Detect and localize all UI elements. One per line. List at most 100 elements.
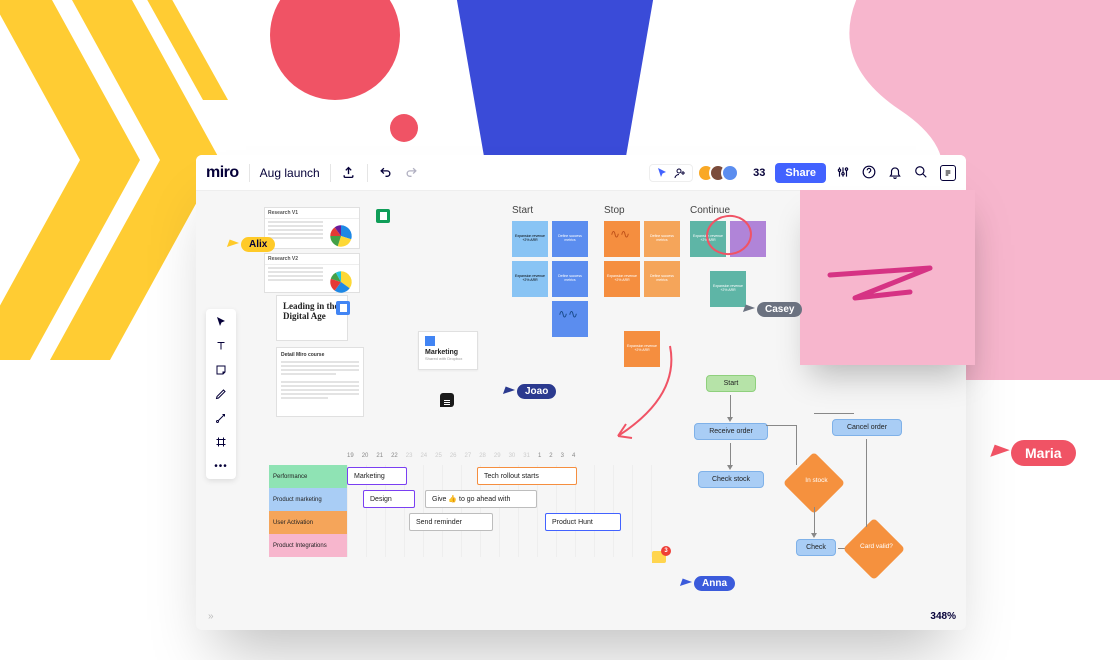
cursor-icon [743,304,755,315]
timeline-date: 21 [376,453,383,459]
timeline-date: 2 [549,453,552,459]
red-arrow-annotation [600,341,690,451]
article-title: Leading in the Digital Age [283,302,341,322]
timeline-row-label[interactable]: Product Integrations [269,534,347,557]
flow-node-cancel[interactable]: Cancel order [832,419,902,436]
flow-decision-instock[interactable]: In stock [783,452,845,514]
logo[interactable]: miro [206,164,239,182]
notifications-icon[interactable] [888,165,904,181]
sticky-note[interactable]: ∿∿ [604,221,640,257]
timeline-card[interactable]: Product Hunt [545,513,621,531]
avatar [721,164,739,182]
connector-tool-icon[interactable] [214,411,228,425]
marketing-card[interactable]: Marketing Shared with Dropbox [418,331,478,370]
sticky-note[interactable]: Expansion revenue +2% ARR [604,261,640,297]
timeline-date: 3 [561,453,564,459]
add-user-icon [674,167,686,179]
sticky-note[interactable]: Expansion revenue +2% ARR [710,271,746,307]
timeline-date: 30 [509,453,516,459]
timeline-card[interactable]: Design [363,490,415,508]
timeline-date: 23 [406,453,413,459]
google-docs-icon [425,336,435,346]
pie-chart-2 [326,267,356,297]
cursor-follow-group[interactable] [649,164,693,182]
settings-icon[interactable] [836,165,852,181]
timeline-date: 22 [391,453,398,459]
collapse-toolbar-icon[interactable]: » [208,611,214,622]
timeline-card[interactable]: Tech rollout starts [477,467,577,485]
pink-dot [390,114,418,142]
course-doc[interactable]: Detail Miro course [276,347,364,417]
sticky-note[interactable]: Define success metrics [552,221,588,257]
pen-tool-icon[interactable] [214,387,228,401]
ssc-start-label: Start [512,205,533,216]
flow-decision-cardvalid[interactable]: Card valid? [843,518,905,580]
cursor-icon [227,239,239,250]
flow-node-checkstock[interactable]: Check stock [698,471,764,488]
text-tool-icon[interactable] [214,339,228,353]
notes-icon[interactable] [940,165,956,181]
flow-connector [730,395,731,419]
card-label: Marketing [425,349,471,356]
flow-connector [814,413,854,414]
user-cursor-casey: Casey [744,302,802,317]
comment-icon[interactable] [440,393,454,407]
cursor-name: Alix [241,237,275,252]
cursor-icon [503,386,515,397]
cursor-icon [680,578,692,589]
large-sticky-note[interactable] [800,190,975,365]
divider [330,164,331,182]
sticky-note[interactable]: Define success metrics [644,221,680,257]
card-subtitle: Shared with Dropbox [425,356,471,361]
timeline-card[interactable]: Send reminder [409,513,493,531]
google-docs-icon[interactable] [336,301,350,315]
frame-tool-icon[interactable] [214,435,228,449]
zoom-level[interactable]: 348% [930,611,956,622]
left-toolbar: ••• [206,309,236,479]
participant-avatars[interactable] [703,164,739,182]
sticky-note[interactable]: Define success metrics [552,261,588,297]
flow-node-check[interactable]: Check [796,539,836,556]
redo-icon[interactable] [404,165,420,181]
cursor-name: Casey [757,302,802,317]
timeline-date: 31 [523,453,530,459]
timeline-row-label[interactable]: User Activation [269,511,347,534]
sticky-note[interactable]: Define success metrics [644,261,680,297]
comment-icon[interactable]: 3 [652,551,666,563]
research-doc-2[interactable]: Research V2 [264,253,360,293]
research-doc-1[interactable]: Research V1 [264,207,360,249]
timeline-date: 1 [538,453,541,459]
timeline-row-label[interactable]: Product marketing [269,488,347,511]
pink-circle [270,0,400,100]
flow-connector [796,425,797,465]
timeline-date: 26 [450,453,457,459]
sticky-note[interactable]: Expansion revenue +2% ARR [512,221,548,257]
timeline-card[interactable]: Give 👍 to go ahead with [425,490,537,508]
scribble-icon [800,190,975,365]
timeline-row-label[interactable]: Performance [269,465,347,488]
undo-icon[interactable] [378,165,394,181]
export-icon[interactable] [341,165,357,181]
select-tool-icon[interactable] [214,315,228,329]
user-cursor-joao: Joao [504,384,556,399]
timeline-date: 27 [465,453,472,459]
help-icon[interactable] [862,165,878,181]
comment-badge: 3 [661,546,671,556]
google-sheets-icon[interactable] [376,209,390,223]
share-button[interactable]: Share [775,163,826,183]
header-bar: miro Aug launch 33 Share [196,155,966,191]
sticky-note[interactable]: ∿∿ [552,301,588,337]
cursor-icon [990,444,1009,462]
cursor-name: Maria [1011,440,1076,466]
search-icon[interactable] [914,165,930,181]
timeline-card[interactable]: Marketing [347,467,407,485]
more-tools-icon[interactable]: ••• [214,459,228,473]
board-name[interactable]: Aug launch [260,166,320,180]
participant-count[interactable]: 33 [753,167,765,179]
sticky-tool-icon[interactable] [214,363,228,377]
flow-node-start[interactable]: Start [706,375,756,392]
sticky-note[interactable]: Expansion revenue +2% ARR [512,261,548,297]
flow-node-receive[interactable]: Receive order [694,423,768,440]
flow-connector [730,443,731,467]
timeline-date: 4 [572,453,575,459]
